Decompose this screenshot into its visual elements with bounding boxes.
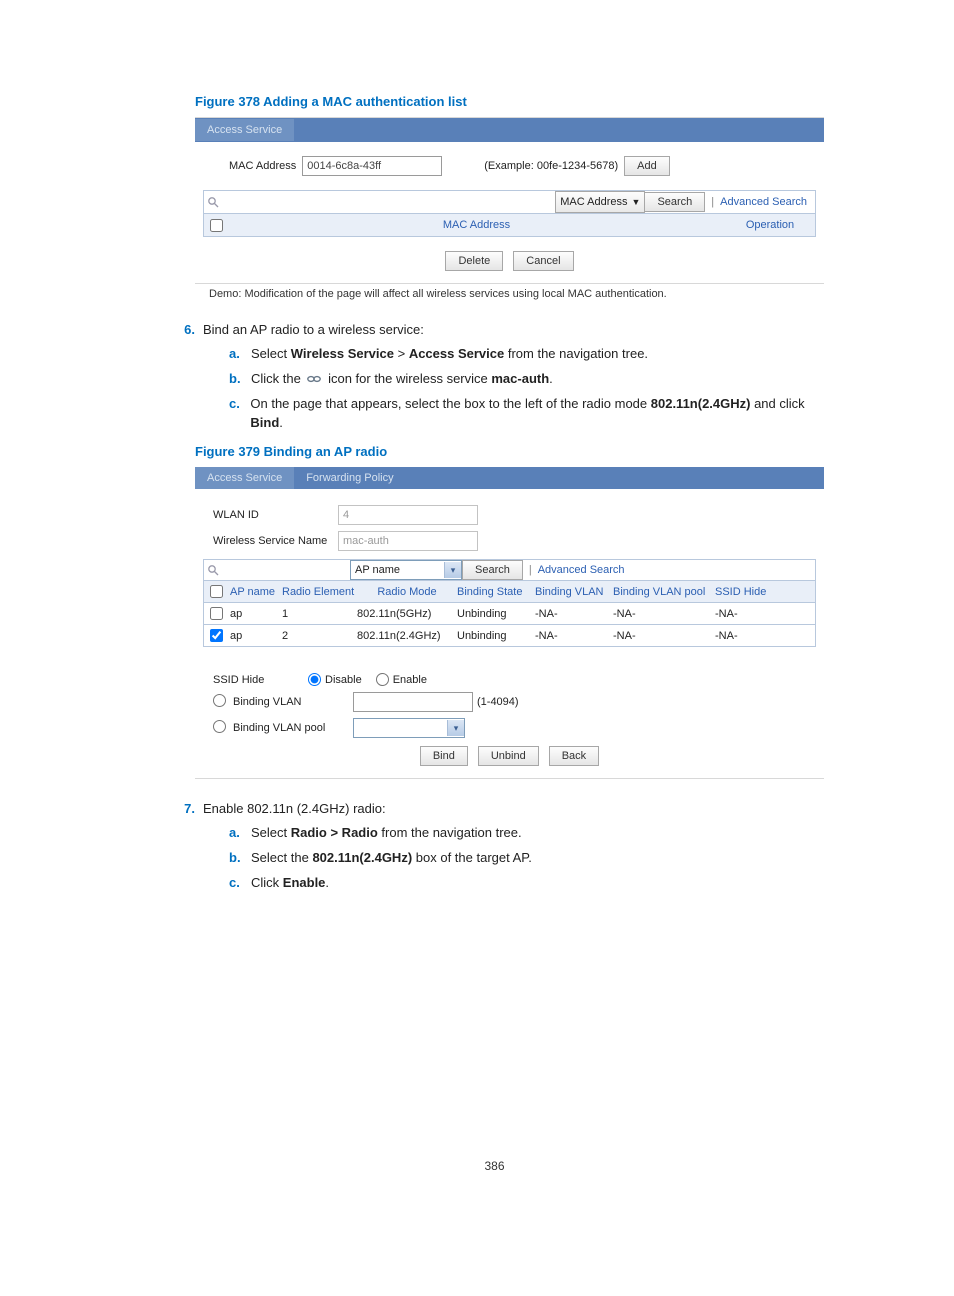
col-radio-mode: Radio Mode	[357, 586, 457, 598]
search-field-select-2[interactable]: AP name ▾	[350, 560, 462, 580]
binding-vlan-pool-label: Binding VLAN pool	[233, 722, 353, 734]
ssid-hide-enable[interactable]: Enable	[376, 673, 427, 686]
ssid-hide-disable[interactable]: Disable	[308, 673, 362, 686]
figure-379-caption: Figure 379 Binding an AP radio	[195, 444, 824, 459]
fig379-grid-header: AP name Radio Element Radio Mode Binding…	[204, 581, 815, 603]
step-7-text: Enable 802.11n (2.4GHz) radio:	[203, 801, 824, 816]
ws-name-label: Wireless Service Name	[203, 535, 338, 548]
figure-378-caption: Figure 378 Adding a MAC authentication l…	[195, 94, 824, 109]
wlan-id-field: 4	[338, 505, 478, 525]
col-radio-element: Radio Element	[282, 586, 357, 598]
step6b-text: Click the icon for the wireless service …	[251, 370, 553, 389]
add-button[interactable]: Add	[624, 156, 670, 176]
mac-address-label: MAC Address	[229, 160, 296, 172]
chevron-down-icon: ▾	[444, 562, 461, 578]
fig378-tabbar: Access Service	[195, 118, 824, 142]
binding-vlan-pool-select[interactable]: ▾	[353, 718, 465, 738]
mac-example-text: (Example: 00fe-1234-5678)	[484, 160, 618, 172]
search-icon	[204, 561, 222, 579]
step7a-text: Select Radio > Radio from the navigation…	[251, 824, 522, 843]
page-number: 386	[165, 1159, 824, 1173]
table-row: ap 1 802.11n(5GHz) Unbinding -NA- -NA- -…	[204, 603, 815, 625]
search-button-2[interactable]: Search	[462, 560, 523, 580]
col-operation: Operation	[725, 219, 815, 231]
col-binding-state: Binding State	[457, 586, 535, 598]
tab-access-service[interactable]: Access Service	[195, 119, 294, 141]
step6a-text: Select Wireless Service > Access Service…	[251, 345, 648, 364]
ws-name-field: mac-auth	[338, 531, 478, 551]
select-all-checkbox[interactable]	[210, 219, 223, 232]
ssid-hide-label: SSID Hide	[203, 674, 308, 686]
unbind-button[interactable]: Unbind	[478, 746, 539, 766]
col-mac-address: MAC Address	[228, 219, 725, 231]
fig379-panel: Access Service Forwarding Policy WLAN ID…	[195, 467, 824, 779]
fig379-tabbar: Access Service Forwarding Policy	[195, 467, 824, 489]
select-all-checkbox-2[interactable]	[210, 585, 223, 598]
step6a-label: a.	[229, 345, 251, 364]
binding-vlan-label: Binding VLAN	[233, 696, 353, 708]
search-field-select[interactable]: MAC Address▼	[555, 191, 645, 213]
search-icon	[204, 193, 222, 211]
fig379-search-bar: AP name ▾ Search | Advanced Search	[203, 559, 816, 581]
search-button[interactable]: Search	[645, 192, 705, 212]
step7c-text: Click Enable.	[251, 874, 329, 893]
binding-vlan-input[interactable]	[353, 692, 473, 712]
link-chain-icon	[304, 374, 324, 384]
step7b-text: Select the 802.11n(2.4GHz) box of the ta…	[251, 849, 532, 868]
step7b-label: b.	[229, 849, 251, 868]
tab-forwarding-policy[interactable]: Forwarding Policy	[294, 467, 405, 489]
col-ssid-hide: SSID Hide	[715, 586, 773, 598]
step7a-label: a.	[229, 824, 251, 843]
binding-vlan-pool-radio[interactable]	[213, 720, 226, 733]
col-binding-vlan-pool: Binding VLAN pool	[613, 586, 715, 598]
col-binding-vlan: Binding VLAN	[535, 586, 613, 598]
wlan-id-label: WLAN ID	[203, 509, 338, 521]
row-checkbox[interactable]	[210, 607, 223, 620]
bind-button[interactable]: Bind	[420, 746, 468, 766]
tab-access-service-2[interactable]: Access Service	[195, 467, 294, 489]
cancel-button[interactable]: Cancel	[513, 251, 573, 271]
fig378-search-bar: MAC Address▼ Search | Advanced Search	[203, 190, 816, 214]
binding-vlan-radio[interactable]	[213, 694, 226, 707]
fig378-grid-header: MAC Address Operation	[203, 214, 816, 237]
step7c-label: c.	[229, 874, 251, 893]
mac-address-input[interactable]	[302, 156, 442, 176]
chevron-down-icon: ▾	[447, 720, 464, 736]
back-button[interactable]: Back	[549, 746, 599, 766]
step6c-text: On the page that appears, select the box…	[250, 395, 824, 433]
step-6-number: 6.	[165, 322, 203, 438]
delete-button[interactable]: Delete	[445, 251, 503, 271]
col-ap-name: AP name	[228, 586, 282, 598]
step6c-label: c.	[229, 395, 250, 433]
step-7-number: 7.	[165, 801, 203, 899]
binding-vlan-range: (1-4094)	[473, 696, 519, 708]
step-6-text: Bind an AP radio to a wireless service:	[203, 322, 824, 337]
step6b-label: b.	[229, 370, 251, 389]
table-row: ap 2 802.11n(2.4GHz) Unbinding -NA- -NA-…	[204, 625, 815, 647]
advanced-search-link-2[interactable]: Advanced Search	[538, 564, 633, 576]
fig378-demo-note: Demo: Modification of the page will affe…	[209, 288, 824, 300]
caret-down-icon: ▼	[632, 197, 641, 207]
row-checkbox[interactable]	[210, 629, 223, 642]
fig378-panel: Access Service MAC Address (Example: 00f…	[195, 117, 824, 284]
advanced-search-link[interactable]: Advanced Search	[720, 196, 815, 208]
fig379-grid: AP name Radio Element Radio Mode Binding…	[203, 581, 816, 647]
